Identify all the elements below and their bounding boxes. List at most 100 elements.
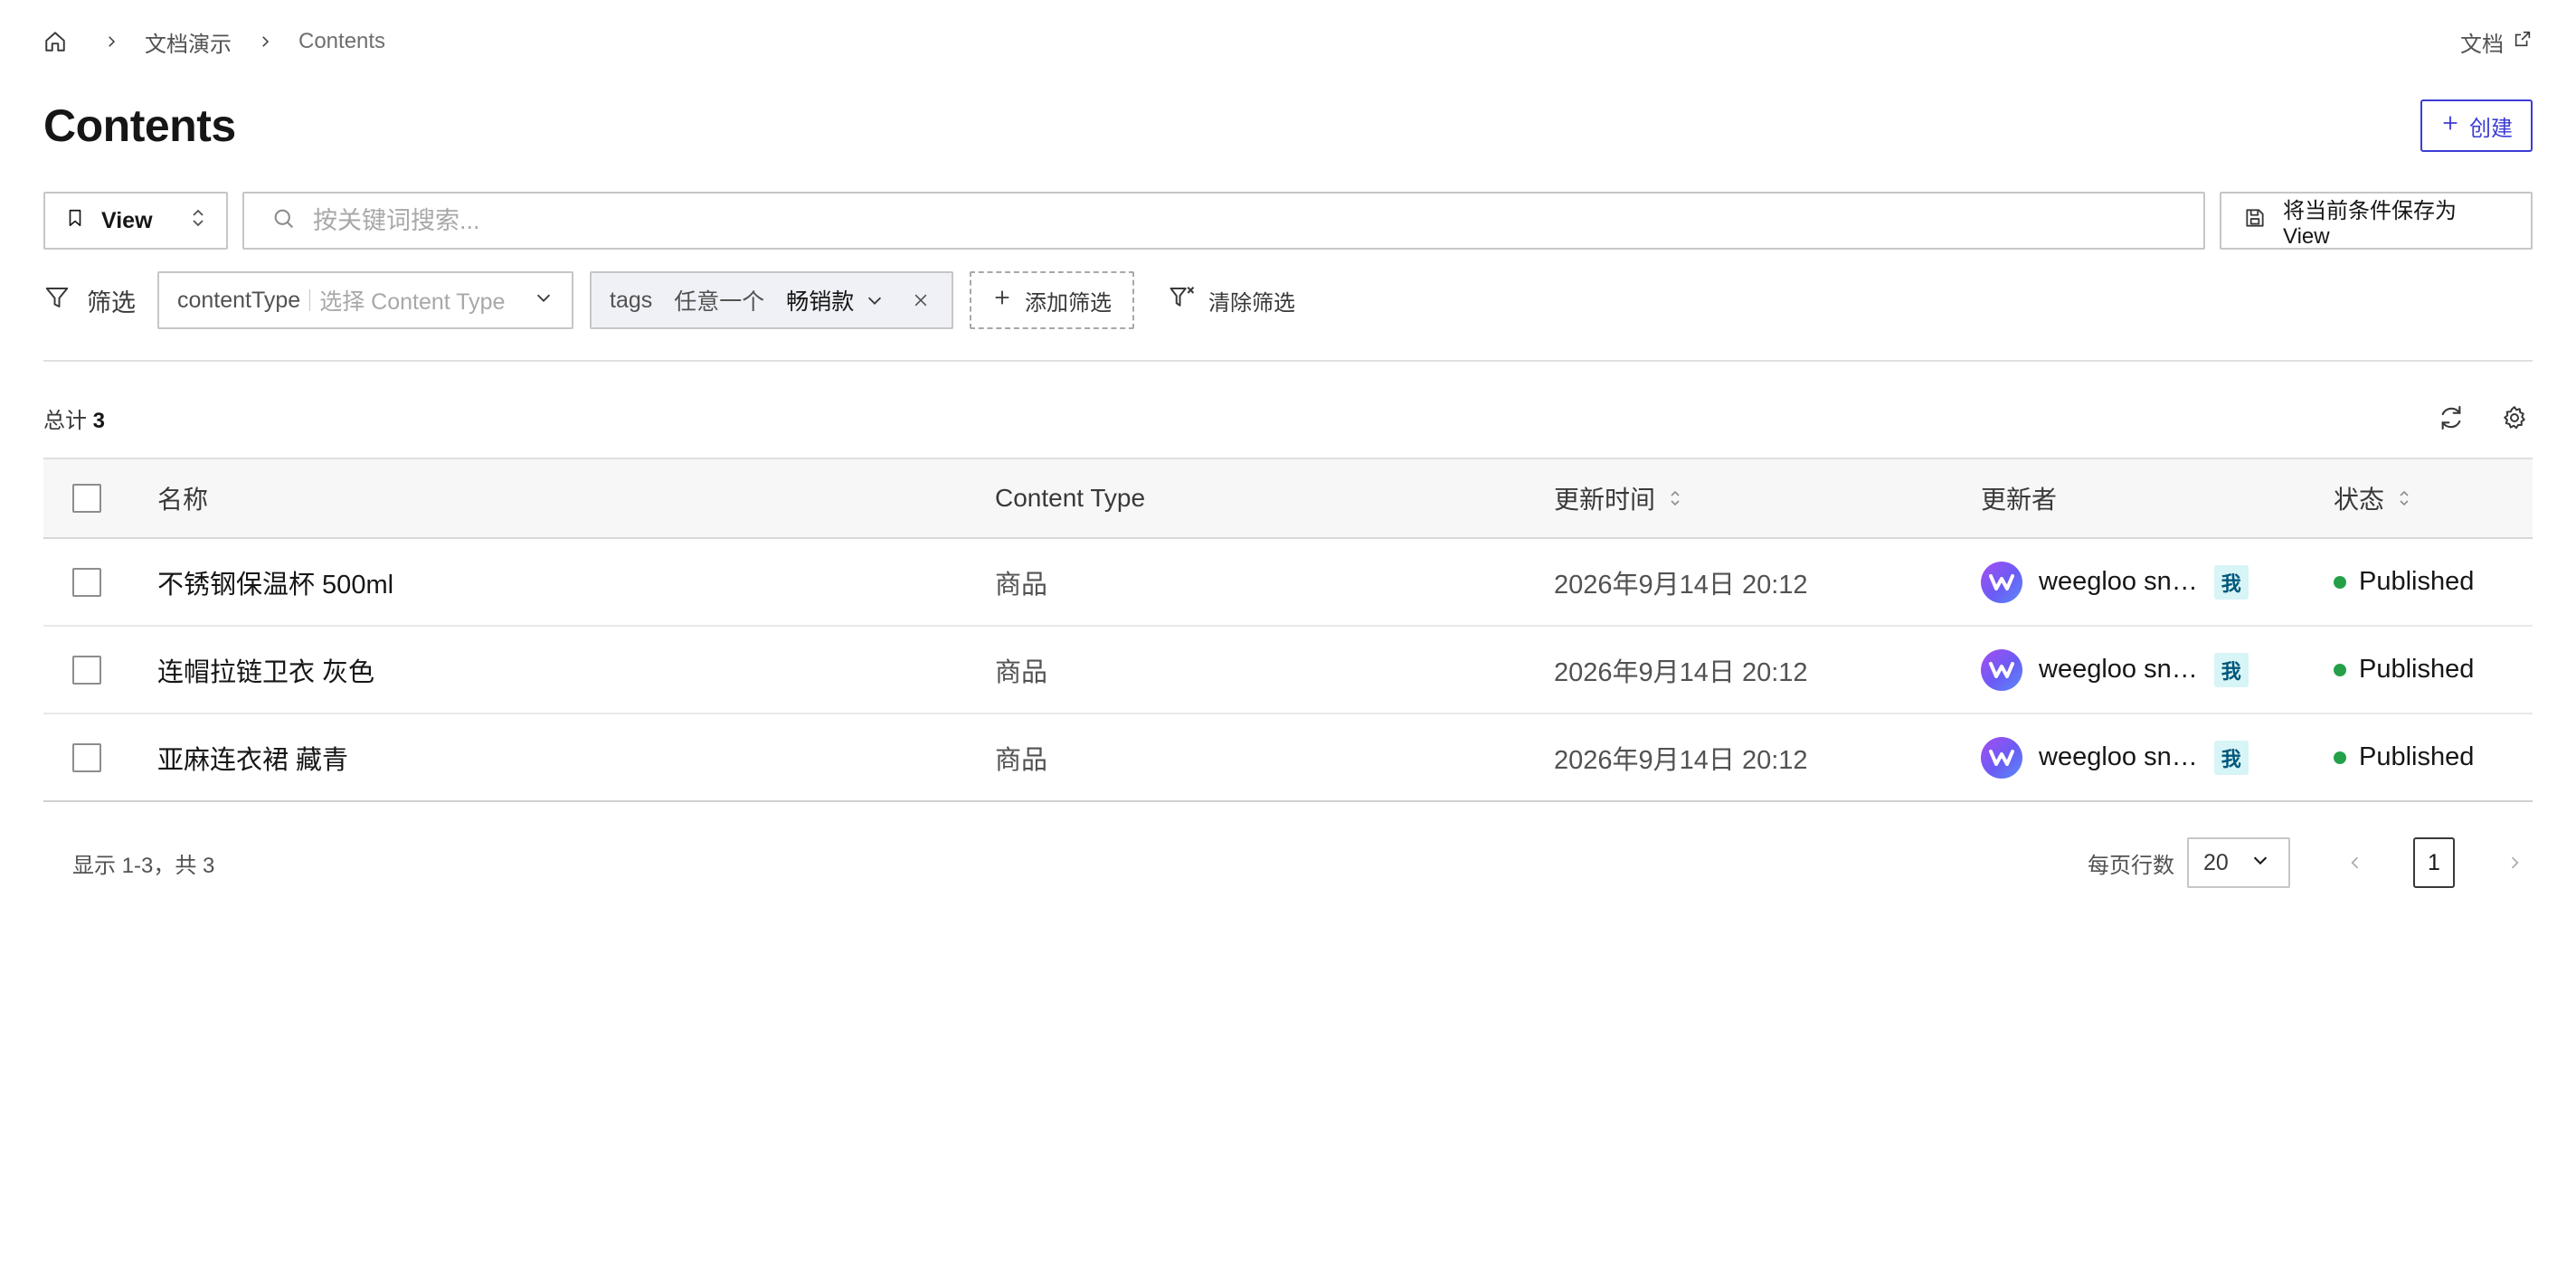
cell-status: Published — [2334, 567, 2533, 597]
content-type-placeholder: 选择 Content Type — [319, 289, 506, 315]
tags-field-name: tags — [610, 287, 653, 313]
page-title: Contents — [43, 100, 236, 151]
chevron-right-icon — [257, 33, 273, 50]
contents-page: 文档演示 Contents 文档 Contents 创建 View 按关键词搜索… — [0, 0, 2576, 1266]
view-select-button[interactable]: View — [43, 192, 228, 250]
create-button[interactable]: 创建 — [2420, 99, 2533, 152]
filter-label-text: 筛选 — [87, 288, 136, 316]
contents-table: 名称 Content Type 更新时间 更新者 状态 不锈钢保温杯 500ml… — [43, 458, 2533, 802]
save-view-button[interactable]: 将当前条件保存为 View — [2220, 192, 2533, 250]
search-row: View 将当前条件保存为 View — [43, 192, 2533, 250]
status-dot — [2334, 751, 2346, 764]
home-icon[interactable] — [43, 30, 67, 53]
avatar — [1981, 736, 2022, 779]
cell-updated-by: weegloo sn… 我 — [1981, 736, 2334, 779]
save-view-label: 将当前条件保存为 View — [2283, 198, 2457, 249]
tags-value-select[interactable]: 畅销款 — [786, 284, 854, 316]
user-name: weegloo sn… — [2039, 742, 2198, 771]
cell-content-type: 商品 — [995, 657, 1048, 687]
avatar — [1981, 561, 2022, 603]
search-input[interactable] — [313, 206, 2176, 235]
status-label: Published — [2359, 655, 2475, 684]
table-row[interactable]: 亚麻连衣裙 藏青 商品 2026年9月14日 20:12 weegloo sn…… — [43, 714, 2533, 802]
status-label: Published — [2359, 742, 2475, 771]
refresh-icon[interactable] — [2433, 400, 2469, 436]
plus-icon — [2440, 113, 2460, 139]
chevron-down-icon[interactable] — [865, 290, 885, 310]
docs-link-label: 文档 — [2460, 32, 2504, 57]
user-name: weegloo sn… — [2039, 567, 2198, 596]
pagination: 显示 1-3，共 3 每页行数 20 1 — [43, 837, 2533, 888]
sort-icon[interactable] — [2397, 488, 2411, 508]
cell-updated-by: weegloo sn… 我 — [1981, 561, 2334, 603]
avatar — [1981, 648, 2022, 691]
search-icon — [271, 206, 297, 236]
table-header: 名称 Content Type 更新时间 更新者 状态 — [43, 458, 2533, 539]
tags-operator-select[interactable]: 任意一个 — [674, 284, 764, 316]
bookmark-icon — [65, 207, 85, 235]
clear-filter-label: 清除筛选 — [1208, 290, 1295, 316]
content-type-filter-select[interactable]: contentType 选择 Content Type — [157, 271, 573, 329]
cell-name[interactable]: 不锈钢保温杯 500ml — [157, 563, 995, 601]
cell-name[interactable]: 连帽拉链卫衣 灰色 — [157, 651, 995, 689]
me-badge: 我 — [2213, 740, 2249, 775]
docs-link[interactable]: 文档 — [2460, 26, 2533, 58]
remove-filter-close-icon[interactable] — [912, 291, 930, 309]
chevron-right-icon — [103, 33, 119, 50]
save-icon — [2243, 206, 2267, 236]
breadcrumb-item-demo[interactable]: 文档演示 — [145, 26, 232, 58]
previous-page-chevron-left-icon[interactable] — [2337, 845, 2373, 881]
column-header-name: 名称 — [157, 486, 209, 514]
total-row: 总计 3 — [43, 398, 2533, 438]
status-dot — [2334, 575, 2346, 589]
me-badge: 我 — [2213, 652, 2249, 687]
tags-filter-chip: tags 任意一个 畅销款 — [590, 271, 953, 329]
cell-status: Published — [2334, 655, 2533, 685]
cell-updated-at: 2026年9月14日 20:12 — [1554, 745, 1808, 775]
total-number: 3 — [92, 408, 106, 433]
filter-label: 筛选 — [43, 283, 136, 318]
chevron-down-icon — [534, 288, 554, 314]
select-all-checkbox[interactable] — [72, 484, 101, 513]
create-button-label: 创建 — [2469, 116, 2513, 141]
row-checkbox[interactable] — [72, 742, 101, 772]
external-link-icon — [2513, 29, 2533, 55]
title-row: Contents 创建 — [43, 94, 2533, 157]
gear-icon[interactable] — [2496, 400, 2533, 436]
column-header-updated-at[interactable]: 更新时间 — [1554, 480, 1981, 516]
next-page-chevron-right-icon[interactable] — [2496, 845, 2533, 881]
clear-filter-button[interactable]: 清除筛选 — [1169, 284, 1295, 317]
row-checkbox[interactable] — [72, 567, 101, 597]
filter-funnel-icon — [43, 284, 71, 317]
rows-per-page-select[interactable]: 20 — [2187, 837, 2290, 888]
view-button-label: View — [101, 207, 153, 233]
table-row[interactable]: 不锈钢保温杯 500ml 商品 2026年9月14日 20:12 weegloo… — [43, 539, 2533, 627]
add-filter-button[interactable]: 添加筛选 — [970, 271, 1134, 329]
content-type-field-name: contentType — [177, 287, 301, 313]
divider — [43, 360, 2533, 362]
sort-icon[interactable] — [1668, 488, 1682, 508]
table-row[interactable]: 连帽拉链卫衣 灰色 商品 2026年9月14日 20:12 weegloo sn… — [43, 627, 2533, 714]
column-header-status[interactable]: 状态 — [2334, 480, 2533, 516]
user-name: weegloo sn… — [2039, 655, 2198, 684]
status-dot — [2334, 663, 2346, 676]
rows-per-page-label: 每页行数 — [2088, 853, 2174, 878]
cell-content-type: 商品 — [995, 745, 1048, 775]
me-badge: 我 — [2213, 564, 2249, 600]
search-box — [242, 192, 2205, 250]
plus-icon — [992, 288, 1012, 314]
page-number-current[interactable]: 1 — [2413, 837, 2455, 888]
cell-updated-at: 2026年9月14日 20:12 — [1554, 570, 1808, 600]
top-bar: 文档演示 Contents 文档 — [43, 22, 2533, 61]
cell-updated-by: weegloo sn… 我 — [1981, 648, 2334, 691]
filter-clear-icon — [1169, 284, 1196, 317]
cell-status: Published — [2334, 742, 2533, 772]
cell-name[interactable]: 亚麻连衣裙 藏青 — [157, 739, 995, 777]
chevron-down-icon — [2250, 850, 2270, 876]
add-filter-label: 添加筛选 — [1025, 290, 1112, 316]
row-checkbox[interactable] — [72, 655, 101, 685]
breadcrumb-item-current: Contents — [298, 29, 386, 53]
filter-row: 筛选 contentType 选择 Content Type tags 任意一个… — [43, 271, 2533, 329]
cell-updated-at: 2026年9月14日 20:12 — [1554, 657, 1808, 687]
total-count: 总计 3 — [43, 402, 105, 434]
